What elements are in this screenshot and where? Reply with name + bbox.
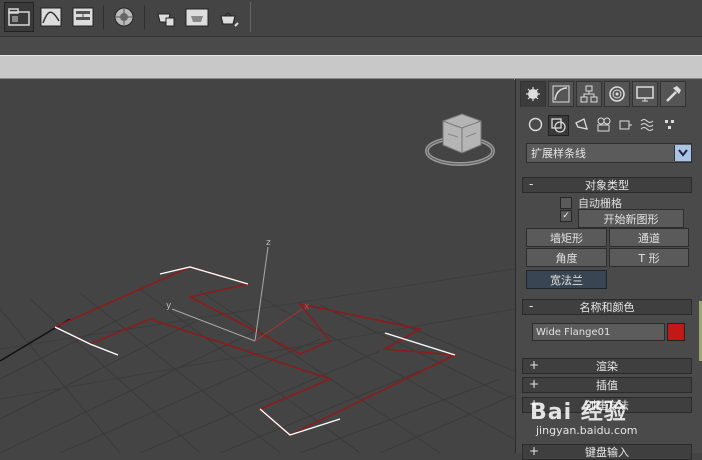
watermark-url: jingyan.baidu.com [536, 424, 638, 437]
helpers-icon[interactable] [616, 115, 635, 134]
axis-label-x: x [304, 302, 310, 312]
shapes-icon[interactable] [548, 115, 569, 136]
shape-category-dropdown[interactable]: 扩展样条线 [526, 143, 692, 163]
cameras-icon[interactable] [594, 115, 613, 134]
create-category-icons [526, 115, 679, 136]
name-color-rollout: - 名称和颜色 [522, 299, 692, 315]
motion-tab-icon[interactable] [604, 81, 630, 107]
toolbar-separator [144, 5, 145, 29]
chevron-down-icon[interactable] [674, 145, 691, 161]
home-grid [0, 268, 514, 453]
perspective-viewport[interactable]: z y x [0, 79, 514, 453]
object-name-field[interactable]: Wide Flange01 [532, 323, 665, 341]
wide-flange-button[interactable]: 宽法兰 [526, 270, 607, 289]
rollout-title: 名称和颜色 [579, 301, 635, 314]
ribbon-bar [0, 55, 702, 80]
rollout-title: 插值 [596, 379, 618, 392]
angle-button[interactable]: 角度 [526, 248, 607, 267]
toolbar-strip [0, 37, 702, 55]
render-toolbar-group [4, 2, 251, 32]
rendering-rollout: + 渲染 [522, 358, 692, 374]
interpolation-rollout-header[interactable]: + 插值 [522, 377, 692, 393]
rollout-toggle: + [529, 358, 540, 372]
start-new-shape-button[interactable]: 开始新图形 [578, 209, 684, 228]
space-warps-icon[interactable] [638, 115, 657, 134]
start-new-shape-row: ✓ [560, 210, 572, 222]
watermark-brand: Bai 经验 [530, 400, 627, 425]
modify-tab-icon[interactable] [548, 81, 574, 107]
axis-label-z: z [266, 238, 271, 248]
baidu-watermark: Bai 经验 jingyan.baidu.com [530, 394, 638, 437]
display-tab-icon[interactable] [632, 81, 658, 107]
utilities-tab-icon[interactable] [660, 81, 686, 107]
viewport-scene: z y x [0, 113, 514, 453]
channel-button[interactable]: 通道 [609, 228, 689, 247]
axis-label-y: y [166, 301, 172, 311]
rendering-rollout-header[interactable]: + 渲染 [522, 358, 692, 374]
rollout-toggle: + [529, 444, 540, 458]
command-panel-tabs [520, 81, 686, 107]
scene-explorer-icon[interactable] [4, 2, 34, 32]
wall-rectangle-button[interactable]: 墙矩形 [526, 228, 607, 247]
toolbar-separator [103, 5, 104, 29]
rollout-title: 对象类型 [585, 179, 629, 192]
create-tab-icon[interactable] [520, 81, 546, 107]
object-color-swatch[interactable] [667, 323, 685, 341]
render-icon[interactable] [214, 2, 244, 32]
keyboard-entry-rollout-header[interactable]: + 键盘输入 [522, 444, 692, 460]
rollout-toggle: - [529, 177, 534, 191]
material-editor-icon[interactable] [109, 2, 139, 32]
systems-icon[interactable] [660, 115, 679, 134]
start-new-shape-checkbox[interactable]: ✓ [560, 210, 572, 222]
schematic-view-icon[interactable] [68, 2, 98, 32]
tee-button[interactable]: T 形 [609, 248, 689, 267]
main-toolbar [0, 0, 702, 37]
dropdown-value: 扩展样条线 [531, 147, 586, 160]
geometry-icon[interactable] [526, 115, 545, 134]
rollout-toggle: - [529, 299, 534, 313]
object-type-rollout: - 对象类型 [522, 177, 692, 193]
auto-grid-checkbox[interactable] [560, 197, 572, 209]
keyboard-entry-rollout: + 键盘输入 [522, 444, 692, 460]
wide-flange-shape[interactable] [53, 266, 458, 436]
rendered-frame-icon[interactable] [182, 2, 212, 32]
rollout-title: 渲染 [596, 360, 618, 373]
rollout-toggle: + [529, 377, 540, 391]
viewcube[interactable] [425, 113, 495, 166]
curve-editor-icon[interactable] [36, 2, 66, 32]
object-type-rollout-header[interactable]: - 对象类型 [522, 177, 692, 193]
name-color-rollout-header[interactable]: - 名称和颜色 [522, 299, 692, 315]
rollout-title: 键盘输入 [585, 446, 629, 459]
lights-icon[interactable] [572, 115, 591, 134]
render-setup-icon[interactable] [150, 2, 180, 32]
hierarchy-tab-icon[interactable] [576, 81, 602, 107]
interpolation-rollout: + 插值 [522, 377, 692, 393]
